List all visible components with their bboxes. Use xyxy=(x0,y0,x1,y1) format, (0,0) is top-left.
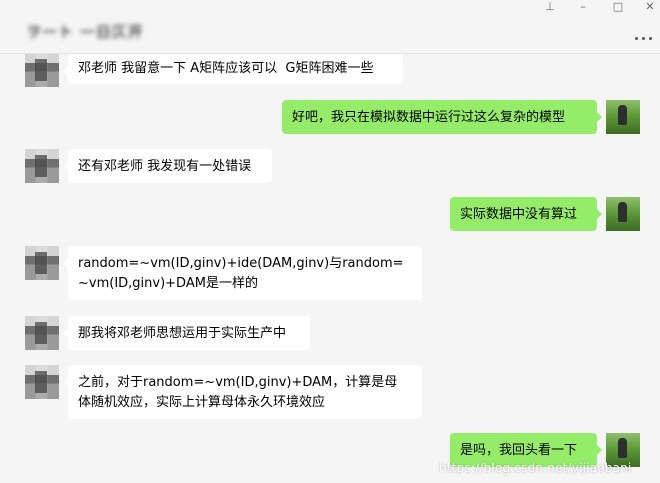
message-bubble[interactable]: random=~vm(ID,ginv)+ide(DAM,ginv)与random… xyxy=(63,246,422,300)
chat-title: ヲ一ト 一日仄开 xyxy=(26,23,144,41)
message-bubble[interactable]: 之前，对于random=~vm(ID,ginv)+DAM，计算是母 体随机效应，… xyxy=(63,365,422,419)
message-bubble[interactable]: 邓老师 我留意一下 A矩阵应该可以 G矩阵困难一些 xyxy=(63,54,403,84)
chat-header: ヲ一ト 一日仄开 ⊥ – □ ✕ xyxy=(0,0,660,54)
contact-avatar[interactable] xyxy=(25,54,59,87)
contact-avatar[interactable] xyxy=(25,365,59,399)
contact-avatar[interactable] xyxy=(25,246,59,280)
message-bubble[interactable]: 还有邓老师 我发现有一处错误 xyxy=(63,149,272,183)
user-avatar[interactable] xyxy=(606,197,640,231)
more-dots-icon[interactable] xyxy=(635,34,653,42)
maximize-icon[interactable]: □ xyxy=(608,0,628,14)
minimize-icon[interactable]: – xyxy=(573,0,593,14)
message-bubble[interactable]: 实际数据中没有算过 xyxy=(450,197,602,231)
contact-avatar[interactable] xyxy=(25,149,59,183)
message-list[interactable]: 邓老师 我留意一下 A矩阵应该可以 G矩阵困难一些 好吧，我只在模拟数据中运行过… xyxy=(0,54,660,483)
message-bubble[interactable]: 好吧，我只在模拟数据中运行过这么复杂的模型 xyxy=(282,100,602,134)
close-icon[interactable]: ✕ xyxy=(640,0,660,14)
pin-icon[interactable]: ⊥ xyxy=(540,0,560,14)
user-avatar[interactable] xyxy=(606,100,640,134)
contact-avatar[interactable] xyxy=(25,316,59,350)
message-bubble[interactable]: 那我将邓老师思想运用于实际生产中 xyxy=(63,316,310,350)
watermark-url: https://blog.csdn.net/yijiaobani xyxy=(439,461,632,475)
